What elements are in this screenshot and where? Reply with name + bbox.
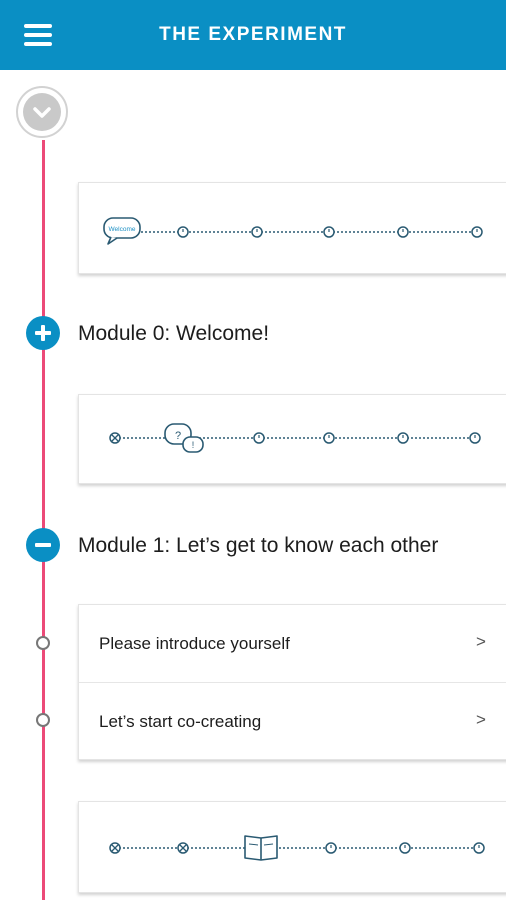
app-header: THE EXPERIMENT xyxy=(0,0,506,70)
clock-icon xyxy=(253,432,265,444)
speech-bubble-icon: Welcome xyxy=(103,217,141,245)
clock-icon xyxy=(469,432,481,444)
clock-icon xyxy=(323,226,335,238)
svg-text:!: ! xyxy=(192,440,195,450)
timeline-start-node[interactable] xyxy=(16,86,68,138)
module-1-lessons-list: Please introduce yourself > Let’s start … xyxy=(78,604,506,760)
clock-icon xyxy=(397,432,409,444)
page-title: THE EXPERIMENT xyxy=(159,24,347,45)
list-item-label: Let’s start co-creating xyxy=(99,712,262,731)
clock-icon xyxy=(473,842,485,854)
clock-icon xyxy=(323,432,335,444)
plus-icon[interactable] xyxy=(26,316,60,350)
check-circle-icon xyxy=(177,842,189,854)
list-item-start-co-creating[interactable]: Let’s start co-creating > xyxy=(79,683,506,760)
check-circle-icon xyxy=(109,842,121,854)
open-book-icon xyxy=(244,835,278,861)
clock-icon xyxy=(471,226,483,238)
check-circle-icon xyxy=(109,432,121,444)
timeline-step-node xyxy=(36,713,50,727)
chevron-right-icon: > xyxy=(476,632,486,651)
clock-icon xyxy=(251,226,263,238)
svg-text:?: ? xyxy=(175,430,181,442)
minus-icon[interactable] xyxy=(26,528,60,562)
module-0-progress-card[interactable]: ? ! xyxy=(78,394,506,484)
clock-icon xyxy=(325,842,337,854)
module-1-progress-card[interactable] xyxy=(78,801,506,893)
clock-icon xyxy=(399,842,411,854)
timeline-step-node xyxy=(36,636,50,650)
chevron-down-icon xyxy=(23,93,61,131)
module-0-title[interactable]: Module 0: Welcome! xyxy=(78,322,269,346)
list-item-introduce-yourself[interactable]: Please introduce yourself > xyxy=(79,605,506,682)
timeline-line xyxy=(42,140,45,900)
svg-text:Welcome: Welcome xyxy=(109,226,136,233)
list-item-label: Please introduce yourself xyxy=(99,634,290,653)
clock-icon xyxy=(177,226,189,238)
clock-icon xyxy=(397,226,409,238)
chevron-right-icon: > xyxy=(476,710,486,729)
intro-progress-card[interactable]: Welcome xyxy=(78,182,506,274)
question-chat-bubbles-icon: ? ! xyxy=(164,423,204,453)
module-1-title[interactable]: Module 1: Let’s get to know each other xyxy=(78,534,438,558)
